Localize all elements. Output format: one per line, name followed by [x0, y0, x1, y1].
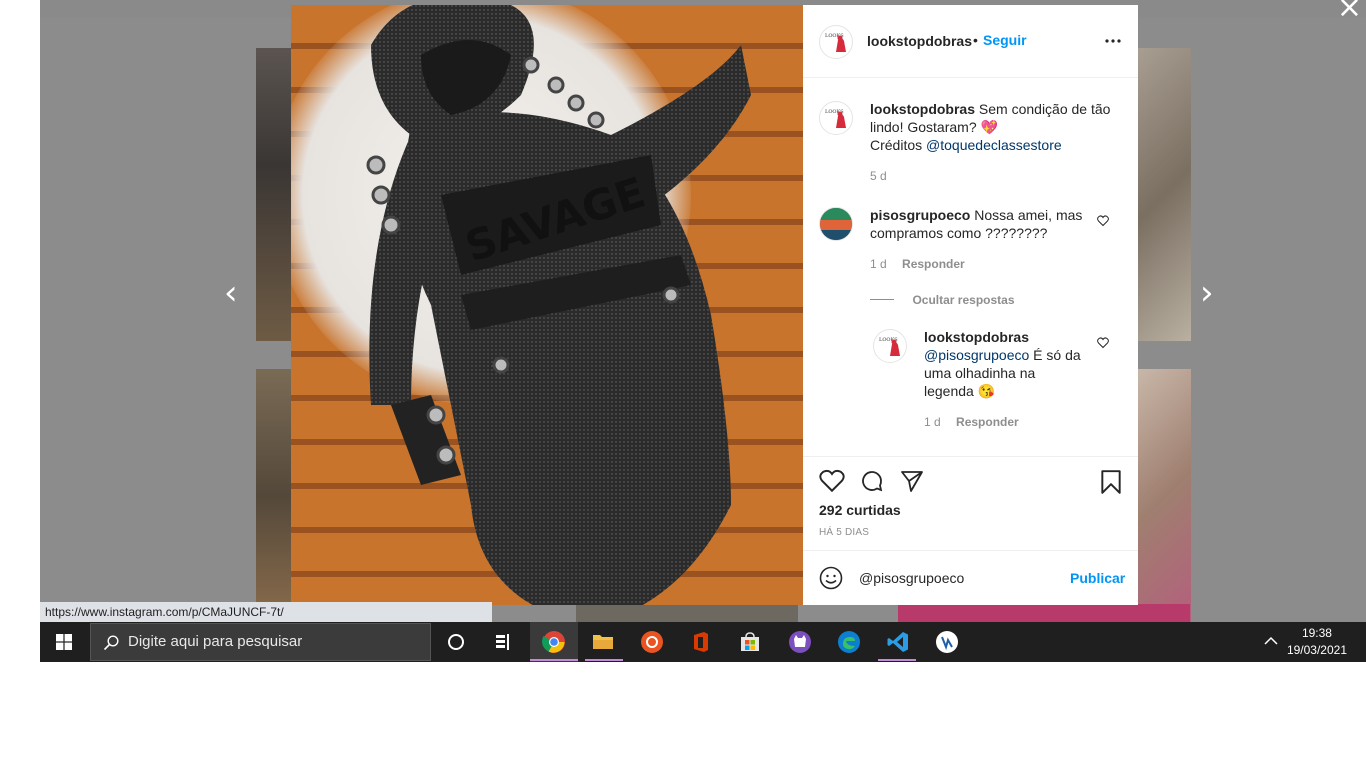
credits-mention-link[interactable]: @toquedeclassestore: [926, 137, 1062, 153]
avatar[interactable]: LOOKS: [819, 101, 853, 135]
previous-post-button[interactable]: ‹: [224, 276, 238, 310]
grid-thumbnail[interactable]: [576, 604, 798, 622]
clock-time: 19:38: [1301, 626, 1332, 640]
follow-separator: •: [973, 32, 978, 48]
search-icon: [103, 635, 119, 651]
post-caption: lookstopdobras Sem condição de tão lindo…: [870, 100, 1120, 154]
close-icon[interactable]: ×: [1337, 0, 1362, 25]
hide-replies-button[interactable]: Ocultar respostas: [870, 291, 1015, 309]
like-icon[interactable]: [819, 469, 845, 493]
reply-button[interactable]: Responder: [956, 415, 1019, 429]
screen: ‹ › × SAVAGE LOOKS lookstopdobras • Segu…: [40, 0, 1366, 662]
taskbar-search-box[interactable]: Digite aqui para pesquisar: [90, 623, 431, 661]
cat-app-icon[interactable]: [788, 630, 812, 654]
share-icon[interactable]: [899, 469, 925, 493]
chrome-icon[interactable]: [542, 630, 566, 654]
like-comment-icon[interactable]: [1097, 215, 1109, 227]
open-indicator: [878, 659, 916, 661]
system-clock[interactable]: 19:38 19/03/2021: [1287, 625, 1347, 659]
comment-input[interactable]: @pisosgrupoeco: [859, 570, 964, 586]
save-bookmark-icon[interactable]: [1100, 469, 1122, 495]
grid-thumbnail[interactable]: [1138, 48, 1191, 341]
avatar[interactable]: LOOKS: [819, 25, 853, 59]
clock-date: 19/03/2021: [1286, 643, 1347, 657]
caption-timestamp[interactable]: 5 d: [870, 169, 887, 183]
next-post-button[interactable]: ›: [1200, 276, 1214, 310]
store-icon[interactable]: [738, 630, 762, 654]
post-author-name[interactable]: lookstopdobras: [867, 33, 972, 49]
app-icon[interactable]: [935, 630, 959, 654]
vscode-icon[interactable]: [886, 630, 910, 654]
avatar[interactable]: LOOKS: [873, 329, 907, 363]
brand-logo: LOOKS: [825, 33, 846, 52]
chevron-up-icon[interactable]: [1264, 636, 1278, 646]
caption-author[interactable]: lookstopdobras: [870, 101, 975, 117]
brand-logo: LOOKS: [825, 109, 846, 128]
windows-start-icon[interactable]: [56, 634, 72, 650]
comment-meta: 1 d Responder: [924, 415, 1019, 429]
reply-comment: lookstopdobras @pisosgrupoeco É só da um…: [924, 328, 1089, 400]
grid-thumbnail[interactable]: [1138, 369, 1191, 622]
divider: [803, 550, 1138, 551]
comment-timestamp[interactable]: 1 d: [870, 257, 887, 271]
open-indicator: [585, 659, 623, 661]
comment-timestamp[interactable]: 1 d: [924, 415, 941, 429]
emoji-icon[interactable]: [819, 566, 843, 590]
dress-illustration: SAVAGE: [366, 5, 751, 605]
brand-logo: LOOKS: [879, 337, 900, 356]
likes-count[interactable]: 292 curtidas: [819, 502, 901, 518]
comment: pisosgrupoeco Nossa amei, mas compramos …: [870, 206, 1085, 242]
taskbar: Digite aqui para pesquisar 19:38 19/03/2…: [40, 622, 1366, 662]
divider: [870, 299, 894, 301]
like-comment-icon[interactable]: [1097, 337, 1109, 349]
post-details-panel: LOOKS lookstopdobras • Seguir LOOKS look…: [803, 5, 1138, 605]
cortana-icon[interactable]: [444, 630, 468, 654]
reply-button[interactable]: Responder: [902, 257, 965, 271]
post-image[interactable]: SAVAGE: [291, 5, 803, 605]
follow-button[interactable]: Seguir: [983, 32, 1027, 48]
grid-thumbnail[interactable]: [898, 604, 1190, 622]
post-date[interactable]: HÁ 5 DIAS: [819, 527, 869, 538]
comment-author[interactable]: lookstopdobras: [924, 329, 1029, 345]
edge-icon[interactable]: [837, 630, 861, 654]
hide-replies-label: Ocultar respostas: [912, 293, 1015, 307]
comment-icon[interactable]: [859, 469, 885, 493]
active-indicator: [530, 659, 578, 661]
office-icon[interactable]: [689, 630, 713, 654]
task-view-icon[interactable]: [492, 630, 516, 654]
post-header: LOOKS lookstopdobras • Seguir: [803, 5, 1138, 78]
grid-thumbnail[interactable]: [256, 48, 292, 341]
avatar[interactable]: [819, 207, 853, 241]
more-horizontal-icon[interactable]: [1105, 39, 1121, 43]
comment-author[interactable]: pisosgrupoeco: [870, 207, 970, 223]
comment-meta: 1 d Responder: [870, 257, 965, 271]
status-url: https://www.instagram.com/p/CMaJUNCF-7t/: [40, 602, 492, 622]
file-explorer-icon[interactable]: [591, 630, 615, 654]
commenter-avatar-image: [820, 208, 852, 240]
publish-button[interactable]: Publicar: [1070, 570, 1125, 586]
search-placeholder: Digite aqui para pesquisar: [128, 633, 303, 650]
ubuntu-icon[interactable]: [640, 630, 664, 654]
credits-label: Créditos: [870, 137, 923, 153]
divider: [803, 456, 1138, 457]
mention-link[interactable]: @pisosgrupoeco: [924, 347, 1029, 363]
grid-thumbnail[interactable]: [256, 369, 292, 622]
